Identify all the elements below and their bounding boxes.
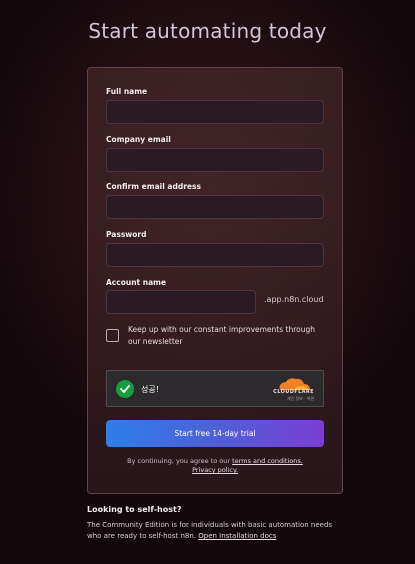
account-name-label: Account name [106,278,167,287]
newsletter-checkbox[interactable] [106,329,119,342]
captcha-status: 성공! [141,385,159,394]
confirm-email-input[interactable] [106,195,324,219]
full-name-label: Full name [106,87,148,96]
company-email-label: Company email [106,135,171,144]
company-email-input[interactable] [106,148,324,172]
full-name-input[interactable] [106,100,324,124]
page-title: Start automating today [88,19,327,43]
password-input[interactable] [106,243,324,267]
start-trial-button[interactable]: Start free 14-day trial [106,420,324,447]
self-host-title: Looking to self-host? [87,505,182,514]
terms-link[interactable]: terms and conditions. [232,457,303,465]
password-label: Password [106,230,147,239]
signup-form: Full name Company email Confirm email ad… [87,67,343,494]
success-check-icon [116,380,134,398]
cloudflare-captcha[interactable]: 성공! CLOUDFLARE 개인 정보 · 약관 [106,370,324,407]
account-domain-suffix: .app.n8n.cloud [264,295,324,304]
terms-notice: By continuing, you agree to our terms an… [106,457,324,475]
newsletter-label[interactable]: Keep up with our constant improvements t… [128,324,328,348]
cloudflare-wordmark: CLOUDFLARE [273,389,314,395]
confirm-email-label: Confirm email address [106,182,201,191]
account-name-input[interactable] [106,290,256,314]
self-host-description: The Community Edition is for individuals… [87,520,337,542]
privacy-link[interactable]: Privacy policy. [192,466,238,474]
terms-prefix: By continuing, you agree to our [127,457,231,465]
installation-docs-link[interactable]: Open Installation docs [198,532,276,540]
captcha-links[interactable]: 개인 정보 · 약관 [287,396,314,402]
